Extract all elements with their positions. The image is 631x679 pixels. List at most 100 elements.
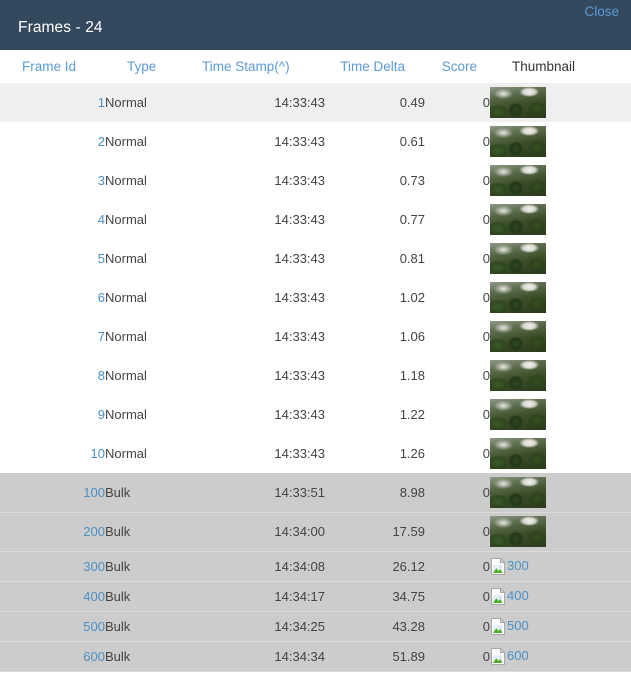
frame-id-link[interactable]: 5	[98, 251, 105, 266]
cell-thumbnail	[490, 122, 631, 161]
frame-id-link[interactable]: 7	[98, 329, 105, 344]
cell-time-delta: 17.59	[325, 512, 425, 552]
frame-id-link[interactable]: 400	[83, 589, 105, 604]
cell-type: Bulk	[105, 641, 190, 672]
frame-id-link[interactable]: 3	[98, 173, 105, 188]
table-row[interactable]: 300 Bulk 14:34:08 26.12 0 300	[0, 551, 631, 582]
cell-score: 0	[482, 173, 490, 188]
frame-thumbnail-image[interactable]	[490, 321, 546, 352]
table-row[interactable]: 400 Bulk 14:34:17 34.75 0 400	[0, 581, 631, 612]
cell-time-stamp: 14:33:43	[274, 446, 325, 461]
cell-frame-id: 600	[0, 641, 105, 672]
frame-thumbnail-image[interactable]	[490, 243, 546, 274]
frame-thumbnail-image[interactable]	[490, 516, 546, 547]
broken-image-alt-text: 600	[507, 648, 529, 664]
cell-thumbnail: 500	[490, 611, 631, 642]
table-row[interactable]: 10 Normal 14:33:43 1.26 0	[0, 434, 631, 473]
frame-thumbnail-image[interactable]	[490, 165, 546, 196]
frame-id-link[interactable]: 6	[98, 290, 105, 305]
cell-frame-id: 2	[0, 122, 105, 161]
cell-time-stamp: 14:34:25	[190, 611, 325, 642]
cell-score: 0	[482, 95, 490, 110]
column-header-score-label[interactable]: Score	[442, 59, 477, 74]
column-header-time-delta[interactable]: Time Delta	[325, 50, 425, 83]
table-row[interactable]: 500 Bulk 14:34:25 43.28 0 500	[0, 611, 631, 642]
cell-type: Bulk	[105, 581, 190, 612]
cell-time-stamp: 14:33:43	[274, 95, 325, 110]
cell-time-delta: 51.89	[325, 641, 425, 672]
frame-thumbnail-image[interactable]	[490, 126, 546, 157]
table-row[interactable]: 7 Normal 14:33:43 1.06 0	[0, 317, 631, 356]
frame-id-link[interactable]: 500	[83, 619, 105, 634]
frame-thumbnail-image[interactable]	[490, 360, 546, 391]
cell-type: Normal	[105, 368, 147, 383]
cell-thumbnail	[490, 83, 631, 122]
broken-image-icon[interactable]: 400	[490, 587, 529, 605]
frames-table-container: Frame Id Type Time Stamp(^) Time Delta S…	[0, 50, 631, 672]
frame-id-link[interactable]: 10	[91, 446, 105, 461]
cell-thumbnail	[490, 473, 631, 513]
frame-thumbnail-image[interactable]	[490, 476, 546, 508]
cell-score: 0	[425, 473, 490, 513]
frame-id-link[interactable]: 9	[98, 407, 105, 422]
cell-time-stamp: 14:33:43	[274, 329, 325, 344]
cell-time-delta: 43.28	[325, 611, 425, 642]
frame-id-link[interactable]: 600	[83, 649, 105, 664]
cell-time-stamp: 14:33:43	[274, 173, 325, 188]
cell-score: 0	[425, 581, 490, 612]
frame-thumbnail-image[interactable]	[490, 438, 546, 469]
table-row[interactable]: 6 Normal 14:33:43 1.02 0	[0, 278, 631, 317]
cell-frame-id: 200	[0, 512, 105, 552]
frame-id-link[interactable]: 200	[83, 524, 105, 539]
cell-type: Normal	[105, 173, 147, 188]
frame-thumbnail-image[interactable]	[490, 204, 546, 235]
table-row[interactable]: 4 Normal 14:33:43 0.77 0	[0, 200, 631, 239]
table-row[interactable]: 5 Normal 14:33:43 0.81 0	[0, 239, 631, 278]
table-row[interactable]: 600 Bulk 14:34:34 51.89 0 600	[0, 641, 631, 672]
broken-image-icon[interactable]: 300	[490, 557, 529, 575]
table-body: 1 Normal 14:33:43 0.49 0 2 Normal 14:33:43 0.61 0…	[0, 83, 631, 672]
cell-time-stamp: 14:34:17	[190, 581, 325, 612]
cell-time-delta: 1.18	[399, 368, 425, 383]
table-row[interactable]: 8 Normal 14:33:43 1.18 0	[0, 356, 631, 395]
frame-thumbnail-image[interactable]	[490, 87, 546, 118]
cell-type: Normal	[105, 251, 147, 266]
column-header-type-label[interactable]: Type	[127, 59, 156, 74]
cell-score: 0	[425, 551, 490, 582]
frame-id-link[interactable]: 8	[98, 368, 105, 383]
column-header-frame-id[interactable]: Frame Id	[0, 50, 105, 83]
frame-id-link[interactable]: 300	[83, 559, 105, 574]
frame-thumbnail-image[interactable]	[490, 282, 546, 313]
table-row[interactable]: 200 Bulk 14:34:00 17.59 0	[0, 512, 631, 552]
frame-id-link[interactable]: 4	[98, 212, 105, 227]
close-button[interactable]: Close	[584, 3, 619, 20]
cell-thumbnail	[490, 356, 631, 395]
column-header-type[interactable]: Type	[105, 50, 190, 83]
column-header-time-stamp[interactable]: Time Stamp(^)	[190, 50, 325, 83]
cell-time-delta: 1.06	[399, 329, 425, 344]
broken-image-icon[interactable]: 600	[490, 647, 529, 665]
cell-time-stamp: 14:34:34	[190, 641, 325, 672]
frame-thumbnail-image[interactable]	[490, 399, 546, 430]
cell-type: Normal	[105, 329, 147, 344]
modal-header: Close Frames - 24	[0, 0, 631, 50]
table-row[interactable]: 3 Normal 14:33:43 0.73 0	[0, 161, 631, 200]
column-header-frame-id-label[interactable]: Frame Id	[22, 59, 76, 74]
cell-frame-id: 1	[0, 83, 105, 122]
cell-time-stamp: 14:33:43	[274, 134, 325, 149]
cell-time-delta: 8.98	[325, 473, 425, 513]
column-header-time-delta-label[interactable]: Time Delta	[340, 59, 405, 74]
table-row[interactable]: 1 Normal 14:33:43 0.49 0	[0, 83, 631, 122]
broken-image-icon[interactable]: 500	[490, 617, 529, 635]
cell-type: Normal	[105, 446, 147, 461]
column-header-time-stamp-label[interactable]: Time Stamp(^)	[202, 59, 290, 74]
table-row[interactable]: 100 Bulk 14:33:51 8.98 0	[0, 473, 631, 513]
frame-id-link[interactable]: 100	[83, 485, 105, 500]
frame-id-link[interactable]: 2	[98, 134, 105, 149]
column-header-score[interactable]: Score	[425, 50, 490, 83]
cell-frame-id: 4	[0, 200, 105, 239]
frame-id-link[interactable]: 1	[98, 95, 105, 110]
table-row[interactable]: 2 Normal 14:33:43 0.61 0	[0, 122, 631, 161]
cell-score: 0	[482, 407, 490, 422]
table-row[interactable]: 9 Normal 14:33:43 1.22 0	[0, 395, 631, 434]
